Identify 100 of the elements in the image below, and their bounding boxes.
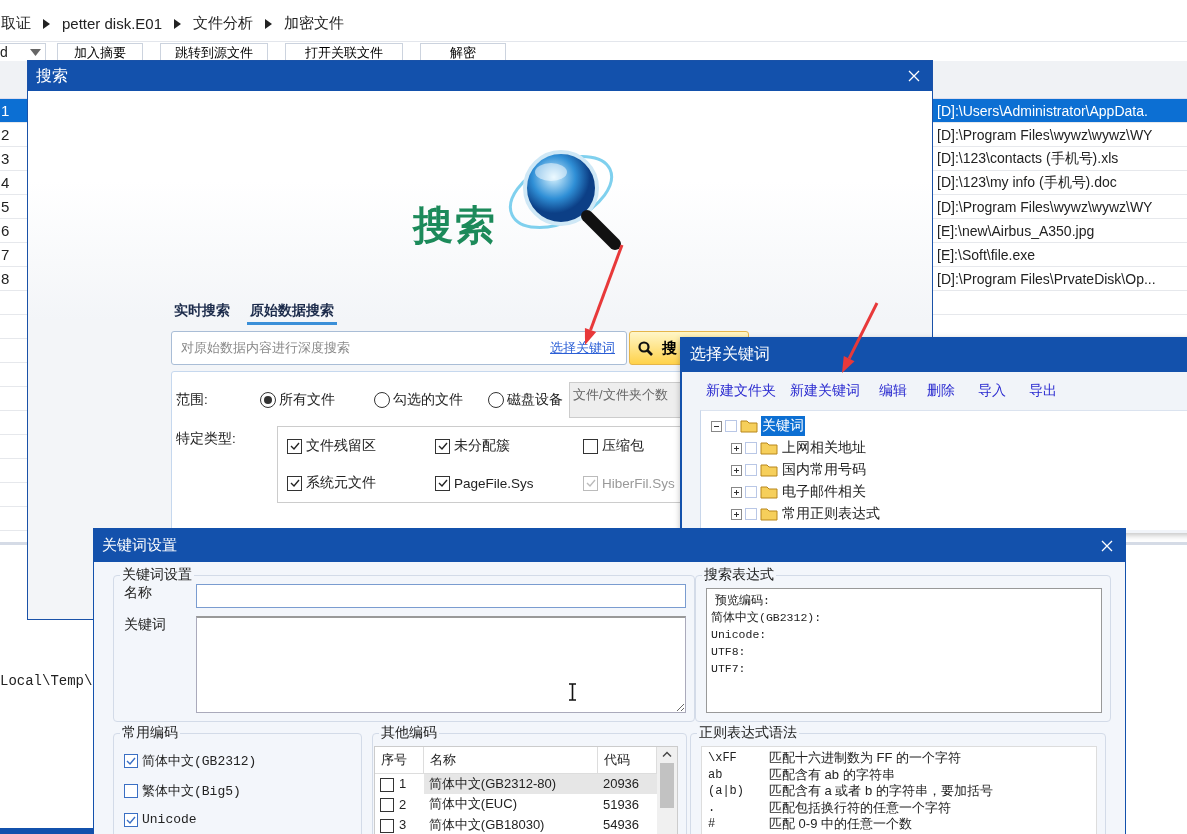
checkbox[interactable] [380,777,394,792]
breadcrumb-arrow-icon [265,18,273,29]
keyword-field[interactable] [196,616,686,713]
expand-icon[interactable] [731,486,742,498]
close-button[interactable] [906,68,922,84]
scroll-up-icon [662,751,672,757]
checkbox[interactable] [583,438,598,454]
toolbar-link[interactable]: 导入 [978,382,1006,400]
checkbox-label: 系统元文件 [306,474,376,492]
toolbar-link[interactable]: 新建关键词 [790,382,860,400]
tab[interactable]: 实时搜索 [171,302,233,325]
folder-icon [760,441,778,455]
column-header: 名称 [423,747,598,774]
breadcrumb-item[interactable]: 加密文件 [284,14,345,33]
field-label: 特定类型: [176,430,237,448]
tree-item[interactable]: 电子邮件相关 [781,482,867,502]
toolbar-button[interactable]: 解密 [420,43,506,60]
expression-line: UTF8: [711,644,747,660]
file-path: [D]:\123\my info (手机号).doc [937,173,1118,192]
toolbar-button[interactable]: 打开关联文件 [285,43,403,60]
file-path: [D]:\Program Files\wywz\wywz\WY [937,126,1154,143]
toolbar-button[interactable]: 跳转到源文件 [160,43,268,60]
select-keyword-link[interactable]: 选择关键词 [550,340,615,357]
syntax-pattern: # [708,816,717,833]
radio-button[interactable] [260,392,276,408]
table-cell-text: 简体中文(GB18030) [427,815,546,834]
row-number: 8 [0,270,11,287]
radio-option[interactable]: 所有文件 [260,391,374,409]
row-number: 3 [0,150,11,167]
file-path: [E]:\new\Airbus_A350.jpg [937,222,1096,239]
collapse-icon[interactable] [711,420,722,432]
syntax-description: 匹配十六进制数为 FF 的一个字符 [769,750,962,767]
checkbox-label: HiberFil.Sys [602,475,675,491]
file-path: [D]:\Program Files\wywz\wywz\WY [937,198,1154,215]
checkbox[interactable] [380,818,394,833]
expression-line: UTF7: [711,661,747,677]
breadcrumb-item[interactable]: 取证 [1,14,31,33]
field-label: 范围: [176,391,209,409]
syntax-pattern: (a|b) [708,783,745,800]
tree-item[interactable]: 国内常用号码 [781,460,867,480]
breadcrumb-arrow-icon [43,18,50,29]
checkbox-label: 压缩包 [602,437,644,455]
table-cell: 2 [399,796,407,812]
group-title: 其他编码 [380,724,438,742]
logo-text: 搜索 [413,201,497,249]
breadcrumb-item[interactable]: petter disk.E01 [62,15,163,32]
breadcrumb-item[interactable]: 文件分析 [193,14,254,33]
tab[interactable]: 原始数据搜索 [247,302,337,325]
table-cell: 简体中文(EUC) [423,794,598,815]
toolbar-link[interactable]: 导出 [1029,382,1057,400]
checkbox[interactable] [435,438,450,454]
tree-item[interactable]: 上网相关地址 [781,438,867,458]
row-number: 2 [0,126,11,143]
checkbox[interactable] [124,784,138,798]
checkbox[interactable] [124,754,138,768]
toolbar-button[interactable]: 加入摘要 [57,43,143,60]
table-cell: 3 [399,817,407,832]
syntax-description: 匹配含有 a 或者 b 的字符串，要加括号 [769,783,993,800]
scrollbar[interactable] [657,747,677,834]
checkbox-label: Unicode [142,812,197,827]
row-number: 7 [0,246,11,263]
expand-icon[interactable] [731,464,742,476]
syntax-pattern: . [708,799,717,816]
close-icon [908,70,920,82]
row-number: 6 [0,222,11,239]
radio-button[interactable] [488,392,504,408]
search-icon [638,340,653,356]
tree-item[interactable]: 关键词 [761,416,805,436]
radio-option[interactable]: 磁盘设备 [488,391,563,409]
checkbox[interactable] [287,438,302,454]
toolbar-link[interactable]: 编辑 [879,382,907,400]
checkbox[interactable] [124,812,138,827]
radio-option[interactable]: 勾选的文件 [374,391,488,409]
name-field[interactable] [196,584,686,608]
group-title: 关键词设置 [121,566,193,584]
expand-icon[interactable] [731,442,742,454]
table-row[interactable]: 1 简体中文(GB2312-80) 20936 [375,773,657,795]
expand-icon[interactable] [731,508,742,520]
row-number: 5 [0,198,11,215]
folder-icon [760,485,778,499]
group-title: 搜索表达式 [703,566,775,584]
scrollbar-thumb[interactable] [660,763,674,808]
toolbar-link[interactable]: 删除 [927,382,955,400]
checkbox-label: 文件残留区 [306,437,376,455]
group-title: 常用编码 [121,724,179,742]
table-cell: 简体中文(GB2312-80) [423,773,598,795]
file-path: [D]:\123\contacts (手机号).xls [937,149,1120,168]
checkbox-label: PageFile.Sys [454,475,534,491]
close-icon [1101,539,1113,552]
table-row[interactable]: 2 简体中文(EUC) 51936 [375,794,657,815]
tree-item[interactable]: 常用正则表达式 [781,504,881,524]
checkbox-label: 未分配簇 [454,437,510,455]
text-cursor-icon [568,683,577,701]
radio-button[interactable] [374,392,390,408]
field-label: 名称 [124,584,153,602]
checkbox[interactable] [287,475,302,491]
expression-line: 预览编码: [714,593,771,609]
checkbox[interactable] [435,475,450,491]
table-row[interactable]: 3 简体中文(GB18030) 54936 [375,814,657,834]
checkbox[interactable] [380,798,394,813]
